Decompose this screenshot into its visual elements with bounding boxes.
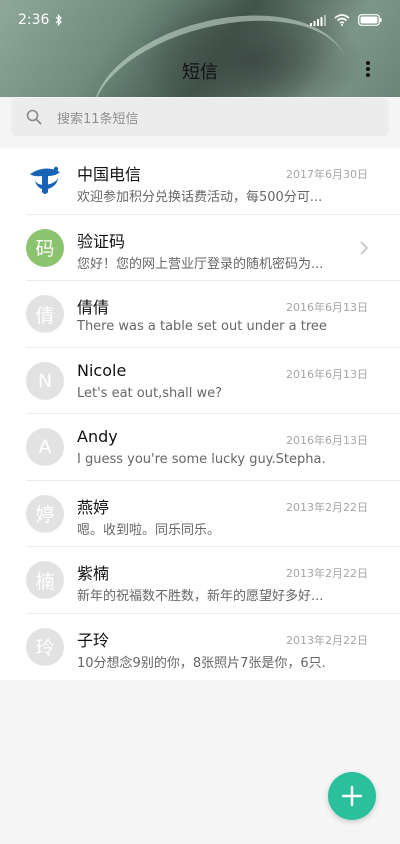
conversation-preview: I guess you're some lucky guy.Stepha... (77, 452, 327, 467)
signal-icon (310, 14, 326, 26)
conversation-row[interactable]: A Andy I guess you're some lucky guy.Ste… (0, 414, 400, 481)
conversation-name: 子玲 (77, 630, 110, 650)
search-placeholder: 搜索11条短信 (57, 111, 139, 127)
conversation-row[interactable]: 楠 紫楠 新年的祝福数不胜数，新年的愿望好多好... 2013年2月22日 (0, 547, 400, 614)
conversation-preview: Let's eat out,shall we? (77, 385, 223, 401)
conversation-preview: 10分想念9别的你，8张照片7张是你，6只... (77, 655, 327, 671)
avatar: A (26, 428, 64, 467)
avatar: N (26, 361, 64, 400)
messages-screen: 2:36 短信 搜索11条短信 中国电信 欢迎参加积分兑换话费活动，每500分可… (0, 0, 400, 844)
conversation-date: 2013年2月22日 (286, 500, 368, 514)
conversation-row[interactable]: 玲 子玲 10分想念9别的你，8张照片7张是你，6只... 2013年2月22日 (0, 614, 400, 681)
status-time: 2:36 (18, 12, 50, 28)
china-telecom-logo (26, 162, 64, 200)
conversation-date: 2013年2月22日 (286, 633, 368, 647)
conversation-name: 中国电信 (77, 165, 142, 184)
chevron-right-icon (360, 241, 368, 254)
search-bar[interactable]: 搜索11条短信 (11, 98, 389, 136)
conversation-list: 中国电信 欢迎参加积分兑换话费活动，每500分可... 2017年6月30日 码… (0, 148, 400, 680)
conversation-name: Andy (77, 427, 118, 446)
conversation-preview: There was a table set out under a tree i… (77, 319, 327, 334)
conversation-row[interactable]: 婷 燕婷 嗯。收到啦。同乐同乐。 2013年2月22日 (0, 481, 400, 548)
plus-icon (341, 785, 363, 807)
page-title: 短信 (182, 62, 218, 83)
conversation-name: 验证码 (77, 231, 126, 251)
conversation-row[interactable]: 码 验证码 您好！您的网上营业厅登录的随机密码为... (0, 215, 400, 282)
avatar: 倩 (26, 295, 64, 334)
conversation-preview: 新年的祝福数不胜数，新年的愿望好多好... (77, 589, 324, 604)
conversation-preview: 欢迎参加积分兑换话费活动，每500分可... (77, 190, 323, 205)
more-vertical-icon (366, 61, 370, 65)
conversation-date: 2017年6月30日 (286, 168, 368, 181)
search-icon (26, 109, 42, 125)
status-bar: 2:36 (0, 0, 400, 40)
conversation-preview: 您好！您的网上营业厅登录的随机密码为... (77, 256, 324, 272)
battery-icon (358, 14, 382, 26)
conversation-date: 2013年2月22日 (286, 567, 368, 580)
conversation-name: 紫楠 (77, 564, 110, 583)
conversation-date: 2016年6月13日 (286, 367, 368, 381)
conversation-name: 倩倩 (77, 298, 110, 317)
avatar: 楠 (26, 561, 64, 600)
avatar: 婷 (26, 494, 64, 533)
conversation-row[interactable]: 中国电信 欢迎参加积分兑换话费活动，每500分可... 2017年6月30日 (0, 148, 400, 215)
more-options-button[interactable] (358, 58, 378, 80)
conversation-name: Nicole (77, 360, 127, 380)
bluetooth-icon (56, 14, 63, 26)
conversation-name: 燕婷 (77, 497, 110, 517)
conversation-row[interactable]: 倩 倩倩 There was a table set out under a t… (0, 281, 400, 348)
conversation-date: 2016年6月13日 (286, 434, 368, 447)
avatar: 码 (26, 228, 64, 267)
conversation-row[interactable]: N Nicole Let's eat out,shall we? 2016年6月… (0, 348, 400, 415)
wifi-icon (334, 14, 350, 26)
avatar: 玲 (26, 627, 64, 666)
conversation-date: 2016年6月13日 (286, 301, 368, 314)
new-message-button[interactable] (328, 772, 376, 820)
conversation-preview: 嗯。收到啦。同乐同乐。 (77, 522, 221, 538)
